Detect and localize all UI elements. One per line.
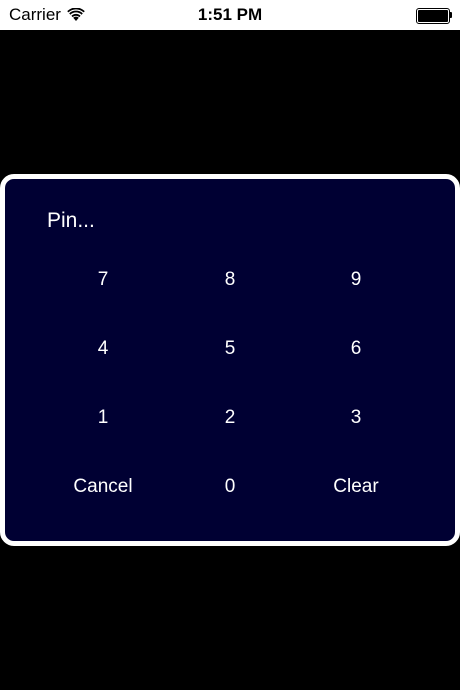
key-3[interactable]: 3 — [296, 398, 416, 438]
key-1[interactable]: 1 — [43, 398, 163, 438]
key-2[interactable]: 2 — [170, 398, 290, 438]
status-time: 1:51 PM — [197, 5, 263, 24]
key-5[interactable]: 5 — [170, 329, 290, 369]
key-0[interactable]: 0 — [170, 467, 290, 507]
status-bar: Carrier 1:51 PM — [0, 0, 460, 30]
key-7[interactable]: 7 — [43, 260, 163, 300]
battery-icon — [416, 8, 452, 24]
key-4[interactable]: 4 — [43, 329, 163, 369]
clear-button[interactable]: Clear — [296, 467, 416, 507]
pin-dialog: Pin... 7 8 9 4 5 6 1 2 3 Cancel 0 Clear — [0, 174, 460, 546]
pin-display: Pin... — [47, 209, 95, 232]
key-9[interactable]: 9 — [296, 260, 416, 300]
key-8[interactable]: 8 — [170, 260, 290, 300]
cancel-button[interactable]: Cancel — [43, 467, 163, 507]
key-6[interactable]: 6 — [296, 329, 416, 369]
